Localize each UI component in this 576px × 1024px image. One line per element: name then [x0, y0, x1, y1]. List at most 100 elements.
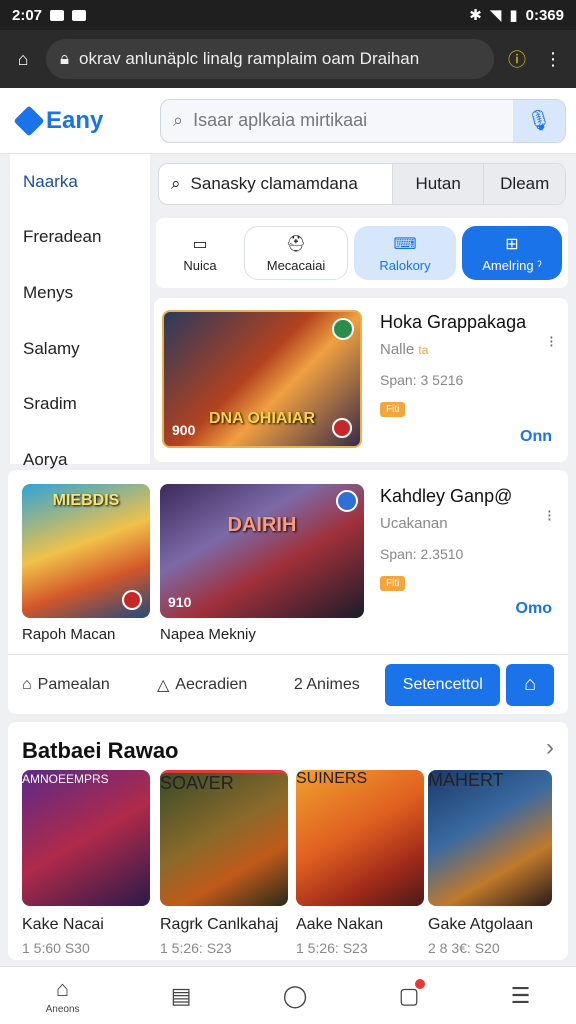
game-thumb-1[interactable]: MIEBDIS: [22, 484, 150, 618]
app-header: Eany ⌕ Isaar aplkaia mirtikaai 🎙︎: [0, 88, 576, 154]
game-tag: Fiti: [380, 576, 406, 591]
home-icon[interactable]: ⌂: [10, 49, 36, 70]
tile-price: 1 5:26: S23: [160, 940, 232, 956]
game-thumb-2[interactable]: DAIRIH 910: [160, 484, 364, 618]
thumb-label: Napea Mekniy: [160, 626, 256, 643]
logo[interactable]: Eany: [13, 104, 160, 137]
thumb-label: Rapoh Macan: [22, 626, 116, 643]
notification-dot: [415, 978, 426, 989]
sidebar-item[interactable]: Naarka: [10, 154, 150, 210]
filter-query: Sanasky clamamdana: [190, 174, 358, 193]
tile-artwork[interactable]: MAHERT: [428, 770, 552, 906]
action-1[interactable]: ⌂ Pamealan: [22, 676, 157, 694]
mic-icon[interactable]: 🎙︎: [513, 99, 565, 142]
action-label: Pamealan: [37, 675, 110, 693]
developer-badge: ta: [418, 343, 429, 357]
grid-icon: ⊞: [505, 235, 519, 253]
search-bar[interactable]: ⌕ Isaar aplkaia mirtikaai 🎙︎: [160, 98, 566, 143]
lock-icon: 🔒︎: [60, 49, 70, 68]
category-sidebar: Naarka Freradean Menys Salamy Sradim Aor…: [10, 154, 150, 469]
artwork-price: 910: [168, 594, 192, 610]
filter-segment-2[interactable]: Dleam: [483, 164, 565, 204]
home-outline-icon: △: [156, 676, 170, 694]
featured-card-1[interactable]: DNA OHIAIAR 900 Hoka Grappakaga Nalle ta…: [154, 298, 568, 462]
chevron-right-icon[interactable]: ›: [546, 734, 554, 762]
url-field[interactable]: 🔒︎ okrav anlunäplc linalg ramplaim oam D…: [46, 39, 494, 79]
nav-chat[interactable]: ◯: [283, 983, 308, 1009]
bluetooth-icon: ✱: [469, 7, 482, 24]
logo-icon: [13, 104, 45, 137]
artwork-title: SUINERS: [296, 770, 368, 787]
nav-home[interactable]: ⌂ Aneons: [46, 976, 80, 1015]
sidebar-item-label: Naarka: [23, 171, 78, 191]
helmet-icon: ⛑: [285, 235, 307, 253]
sidebar-item[interactable]: Salamy: [10, 321, 150, 377]
tile-artwork[interactable]: SUINERS: [296, 770, 424, 906]
artwork-title: DAIRIH: [227, 514, 297, 536]
segment-label: Dleam: [500, 174, 550, 193]
more-options-icon[interactable]: ⁝: [547, 506, 552, 526]
sidebar-item-label: Freradean: [23, 227, 102, 247]
nav-library[interactable]: ▤: [171, 983, 192, 1009]
filter-bar: ⌕ Sanasky clamamdana Hutan Dleam: [158, 163, 566, 205]
heart-icon[interactable]: [122, 590, 142, 610]
featured-card-2[interactable]: MIEBDIS Rapoh Macan DAIRIH 910 Napea Mek…: [8, 470, 568, 714]
shelf-tile[interactable]: SOAVER Ragrk Canlkahaj 1 5:26: S23: [160, 770, 288, 956]
filter-search[interactable]: ⌕ Sanasky clamamdana: [159, 174, 392, 194]
game-info: Hoka Grappakaga Nalle ta Span: 3 5216 Fi…: [380, 312, 568, 417]
shelf-tile[interactable]: MAHERT Gake Atgolaan 2 8 3€: S20: [428, 770, 552, 956]
section-title: Batbaei Rawao: [22, 738, 179, 763]
action-2[interactable]: △ Aecradien: [157, 675, 294, 695]
artwork-price: 900: [172, 422, 196, 438]
status-bar: 2:07 ✱ ◥ ▮ 0:369: [0, 0, 576, 30]
sidebar-item[interactable]: Sradim: [10, 376, 150, 432]
chip-row: ▭ Nuica ⛑ Mecacaiai ⌨ Ralokory ⊞ Amelrin…: [156, 218, 568, 288]
nav-label: Aneons: [45, 1004, 80, 1015]
chat-icon: ◯: [282, 982, 308, 1008]
chip-2[interactable]: ⛑ Mecacaiai: [244, 226, 348, 280]
heart-icon[interactable]: [332, 418, 352, 438]
chip-label: Amelring ˀ: [482, 257, 542, 273]
sidebar-item[interactable]: Menys: [10, 265, 150, 321]
game-meta: Span: 3 5216: [380, 372, 464, 388]
sidebar-item[interactable]: Freradean: [10, 210, 150, 266]
game-developer: Nalle: [380, 341, 415, 358]
shelf-tile[interactable]: SUINERS Aake Nakan 1 5:26: S23: [296, 770, 424, 956]
tile-name: Kake Nacai: [22, 916, 104, 933]
game-meta: Span: 2.3510: [380, 546, 464, 562]
share-icon: ⌂: [524, 673, 537, 695]
tile-price: 2 8 3€: S20: [428, 940, 500, 956]
alert-icon[interactable]: ⓘ: [504, 46, 530, 72]
artwork-title: AMNOEEMPRS: [22, 772, 109, 786]
game-artwork[interactable]: DNA OHIAIAR 900: [162, 310, 362, 448]
chip-3[interactable]: ⌨ Ralokory: [354, 226, 456, 280]
primary-button[interactable]: Setencettol: [385, 663, 501, 706]
tile-price: 1 5:60 S30: [22, 940, 90, 956]
search-input[interactable]: Isaar aplkaia mirtikaai: [193, 110, 367, 131]
chip-4[interactable]: ⊞ Amelring ˀ: [462, 226, 562, 280]
nav-notifications[interactable]: ▢: [399, 978, 426, 1009]
chip-label: Mecacaiai: [266, 257, 326, 273]
share-button[interactable]: ⌂: [506, 663, 554, 706]
open-button[interactable]: Omo: [516, 600, 552, 618]
logo-text: Eany: [46, 106, 104, 134]
bottom-nav: ⌂ Aneons ▤ ◯ ▢ ☰: [0, 966, 576, 1024]
notification-icon: [50, 9, 65, 21]
button-label: Setencettol: [402, 675, 483, 693]
artwork-title: MAHERT: [428, 770, 504, 790]
search-icon: ⌕: [171, 174, 181, 193]
open-button[interactable]: Onn: [520, 428, 552, 446]
tile-artwork[interactable]: AMNOEEMPRS: [22, 770, 150, 906]
filter-segment-1[interactable]: Hutan: [391, 164, 484, 204]
tile-artwork[interactable]: SOAVER: [160, 770, 288, 906]
nav-more[interactable]: ☰: [511, 983, 531, 1009]
artwork-title: SOAVER: [160, 773, 234, 793]
chip-1[interactable]: ▭ Nuica: [162, 226, 238, 280]
game-developer: Ucakanan: [380, 515, 448, 532]
overflow-menu-icon[interactable]: ⋮: [540, 49, 566, 70]
shelf-tile[interactable]: AMNOEEMPRS Kake Nacai 1 5:60 S30: [22, 770, 150, 956]
game-title: Kahdley Ganp@: [380, 486, 513, 506]
more-options-icon[interactable]: ⁝: [549, 332, 554, 352]
game-info: Kahdley Ganp@ Ucakanan Span: 2.3510 Fiti: [380, 486, 568, 591]
action-3[interactable]: 2 Animes: [294, 676, 385, 694]
